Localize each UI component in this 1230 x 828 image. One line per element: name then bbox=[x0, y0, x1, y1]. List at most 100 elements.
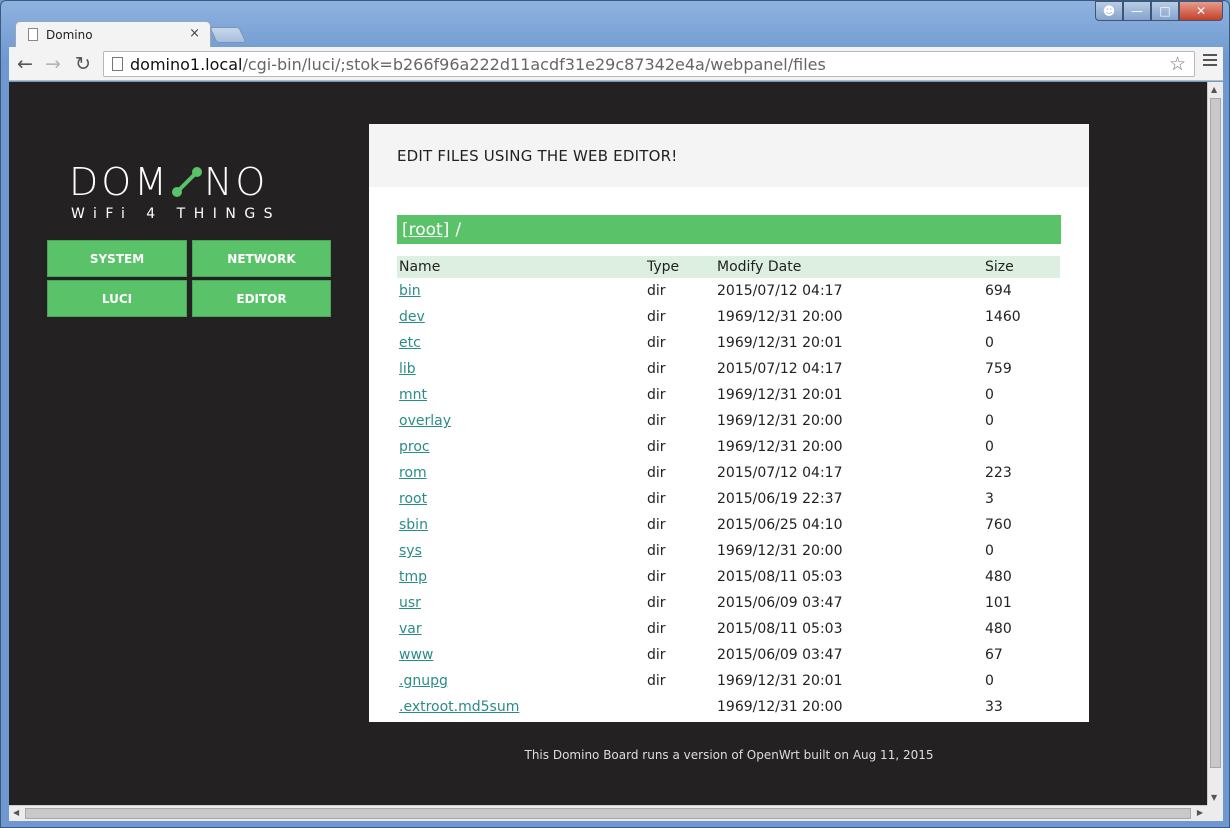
file-link[interactable]: sys bbox=[399, 543, 422, 559]
table-row: var dir 2015/08/11 05:03 480 bbox=[397, 616, 1060, 642]
file-type-cell: dir bbox=[647, 439, 666, 455]
editor-button[interactable]: EDITOR bbox=[192, 280, 331, 317]
file-date-cell: 1969/12/31 20:00 bbox=[717, 543, 843, 559]
browser-window: Domino × ☻ — □ ✕ ← → ↻ domino1.local/cgi… bbox=[0, 0, 1230, 828]
file-name-cell: dev bbox=[397, 304, 645, 330]
table-row: usr dir 2015/06/09 03:47 101 bbox=[397, 590, 1060, 616]
maximize-button[interactable]: □ bbox=[1151, 1, 1179, 21]
scroll-down-icon[interactable]: ▼ bbox=[1211, 793, 1217, 802]
file-link[interactable]: .extroot.md5sum bbox=[399, 699, 519, 715]
file-size-cell: 3 bbox=[985, 491, 994, 507]
file-rows: bin dir 2015/07/12 04:17 694 dev dir 1969/12/3… bbox=[397, 278, 1060, 720]
file-type-cell: dir bbox=[647, 569, 666, 585]
file-size-cell: 759 bbox=[985, 361, 1012, 377]
file-size-cell: 1460 bbox=[985, 309, 1021, 325]
browser-tab[interactable]: Domino × bbox=[15, 21, 211, 47]
horizontal-scroll-thumb[interactable] bbox=[25, 808, 1191, 819]
file-type-cell: dir bbox=[647, 335, 666, 351]
bookmark-star-icon[interactable]: ☆ bbox=[1169, 53, 1186, 75]
file-name-cell: tmp bbox=[397, 564, 645, 590]
file-link[interactable]: mnt bbox=[399, 387, 427, 403]
file-link[interactable]: proc bbox=[399, 439, 430, 455]
file-name-cell: overlay bbox=[397, 408, 645, 434]
file-type-cell: dir bbox=[647, 309, 666, 325]
file-link[interactable]: tmp bbox=[399, 569, 427, 585]
file-date-cell: 1969/12/31 20:01 bbox=[717, 387, 843, 403]
address-bar[interactable]: domino1.local/cgi-bin/luci/;stok=b266f96… bbox=[103, 51, 1195, 77]
file-link[interactable]: overlay bbox=[399, 413, 451, 429]
domino-logo: DOM NO WiFi 4 THINGS bbox=[69, 160, 319, 222]
scroll-corner bbox=[1207, 805, 1223, 821]
panel-title: EDIT FILES USING THE WEB EDITOR! bbox=[369, 124, 1089, 187]
header-size: Size bbox=[985, 259, 1014, 275]
header-name: Name bbox=[399, 259, 441, 275]
file-link[interactable]: lib bbox=[399, 361, 416, 377]
file-size-cell: 694 bbox=[985, 283, 1012, 299]
file-link[interactable]: usr bbox=[399, 595, 421, 611]
scroll-left-icon[interactable]: ◀ bbox=[13, 808, 19, 817]
table-row: www dir 2015/06/09 03:47 67 bbox=[397, 642, 1060, 668]
file-link[interactable]: root bbox=[399, 491, 427, 507]
tab-title: Domino bbox=[46, 27, 93, 42]
network-button[interactable]: NETWORK bbox=[192, 240, 331, 277]
file-link[interactable]: rom bbox=[399, 465, 427, 481]
vertical-scrollbar[interactable]: ▲ ▼ bbox=[1207, 82, 1223, 805]
table-row: dev dir 1969/12/31 20:00 1460 bbox=[397, 304, 1060, 330]
file-link[interactable]: var bbox=[399, 621, 422, 637]
minimize-button[interactable]: — bbox=[1123, 1, 1151, 21]
file-size-cell: 0 bbox=[985, 335, 994, 351]
file-type-cell: dir bbox=[647, 621, 666, 637]
table-row: sbin dir 2015/06/25 04:10 760 bbox=[397, 512, 1060, 538]
file-name-cell: var bbox=[397, 616, 645, 642]
page-info-icon[interactable] bbox=[112, 57, 123, 71]
tab-close-icon[interactable]: × bbox=[189, 26, 200, 41]
page-viewport: DOM NO WiFi 4 THINGS SYSTEM NETWORK LUCI… bbox=[9, 82, 1207, 805]
file-date-cell: 2015/06/19 22:37 bbox=[717, 491, 843, 507]
scroll-right-icon[interactable]: ▶ bbox=[1197, 808, 1203, 817]
file-name-cell: sbin bbox=[397, 512, 645, 538]
scroll-up-icon[interactable]: ▲ bbox=[1211, 85, 1217, 94]
header-type: Type bbox=[647, 259, 680, 275]
close-window-button[interactable]: ✕ bbox=[1179, 1, 1223, 21]
file-link[interactable]: .gnupg bbox=[399, 673, 448, 689]
file-type-cell: dir bbox=[647, 465, 666, 481]
table-header-row: Name Type Modify Date Size bbox=[397, 256, 1060, 278]
url-host: domino1.local bbox=[130, 54, 243, 74]
reload-icon[interactable]: ↻ bbox=[75, 53, 91, 75]
file-date-cell: 1969/12/31 20:00 bbox=[717, 309, 843, 325]
file-link[interactable]: dev bbox=[399, 309, 425, 325]
menu-icon[interactable] bbox=[1203, 54, 1217, 69]
new-tab-button[interactable] bbox=[209, 27, 247, 43]
table-row: .extroot.md5sum 1969/12/31 20:00 33 bbox=[397, 694, 1060, 720]
file-date-cell: 2015/08/11 05:03 bbox=[717, 621, 843, 637]
file-size-cell: 480 bbox=[985, 621, 1012, 637]
back-arrow-icon[interactable]: ← bbox=[17, 53, 33, 75]
file-date-cell: 1969/12/31 20:01 bbox=[717, 335, 843, 351]
file-link[interactable]: sbin bbox=[399, 517, 428, 533]
user-icon[interactable]: ☻ bbox=[1095, 1, 1123, 21]
file-link[interactable]: etc bbox=[399, 335, 421, 351]
table-row: overlay dir 1969/12/31 20:00 0 bbox=[397, 408, 1060, 434]
file-date-cell: 1969/12/31 20:00 bbox=[717, 699, 843, 715]
luci-button[interactable]: LUCI bbox=[47, 280, 187, 317]
vertical-scroll-thumb[interactable] bbox=[1210, 98, 1221, 768]
file-date-cell: 2015/06/09 03:47 bbox=[717, 647, 843, 663]
file-link[interactable]: bin bbox=[399, 283, 421, 299]
table-row: bin dir 2015/07/12 04:17 694 bbox=[397, 278, 1060, 304]
logo-title: DOM NO bbox=[69, 160, 269, 204]
file-link[interactable]: www bbox=[399, 647, 433, 663]
table-row: .gnupg dir 1969/12/31 20:01 0 bbox=[397, 668, 1060, 694]
root-link[interactable]: [root] bbox=[402, 220, 449, 240]
file-type-cell: dir bbox=[647, 595, 666, 611]
file-size-cell: 67 bbox=[985, 647, 1003, 663]
file-date-cell: 2015/07/12 04:17 bbox=[717, 361, 843, 377]
horizontal-scrollbar[interactable]: ◀ ▶ bbox=[9, 805, 1207, 821]
file-size-cell: 0 bbox=[985, 387, 994, 403]
forward-arrow-icon[interactable]: → bbox=[45, 53, 61, 75]
page-icon bbox=[28, 28, 38, 41]
file-type-cell: dir bbox=[647, 543, 666, 559]
table-row: sys dir 1969/12/31 20:00 0 bbox=[397, 538, 1060, 564]
logo-node-icon bbox=[171, 167, 202, 197]
file-editor-panel: EDIT FILES USING THE WEB EDITOR! [root] … bbox=[369, 124, 1089, 722]
system-button[interactable]: SYSTEM bbox=[47, 240, 187, 277]
